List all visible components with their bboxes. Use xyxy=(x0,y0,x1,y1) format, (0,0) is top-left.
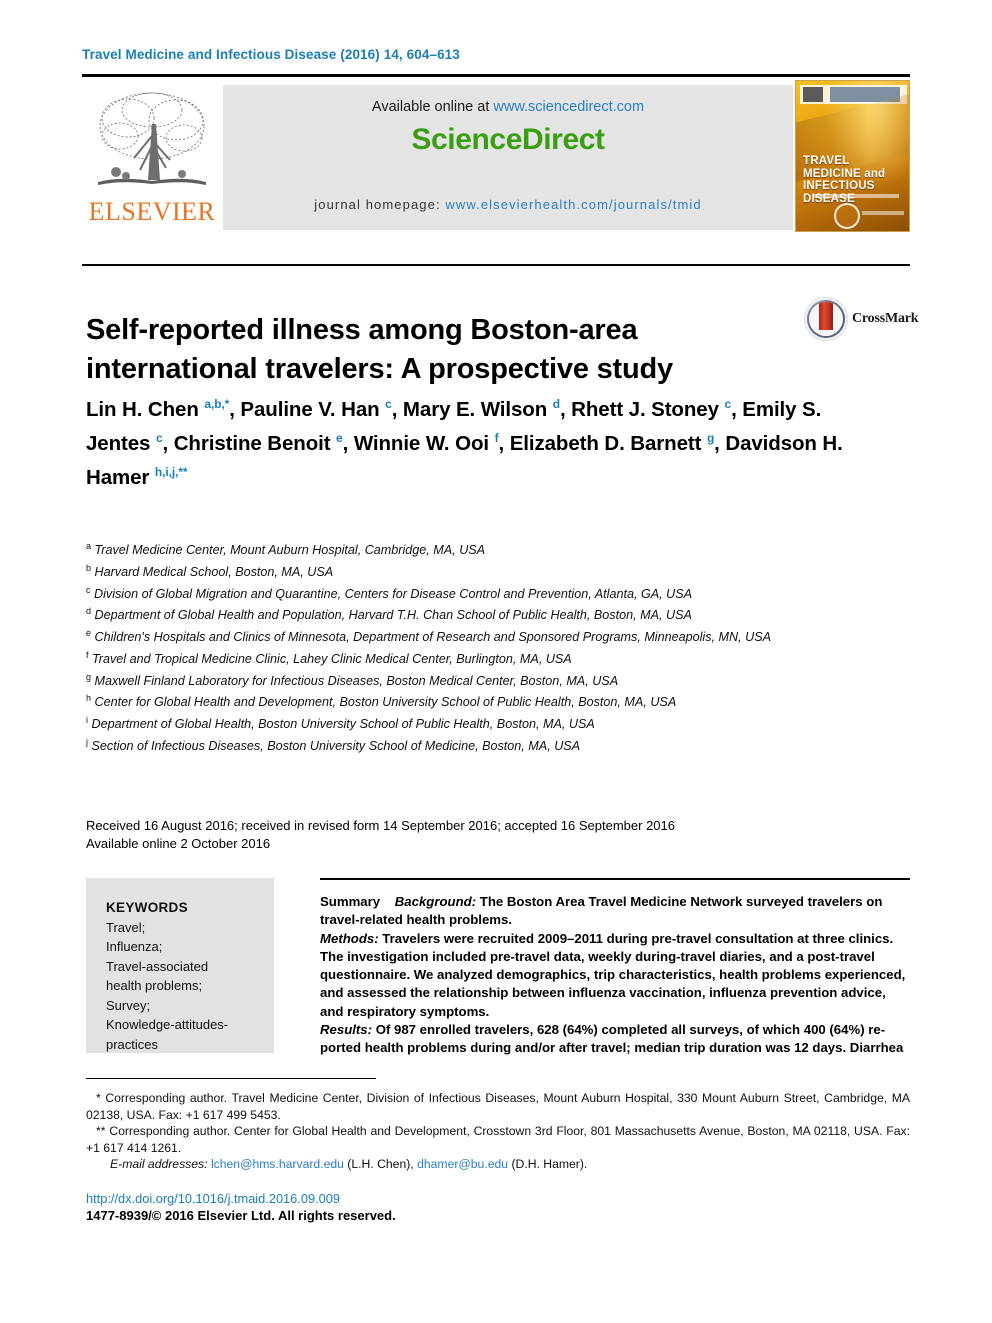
history-received: Received 16 August 2016; received in rev… xyxy=(86,818,675,833)
affiliation-item: h Center for Global Health and Developme… xyxy=(86,693,677,710)
affiliation-item: d Department of Global Health and Popula… xyxy=(86,606,692,623)
affiliation-marker: c xyxy=(86,584,91,595)
title-divider xyxy=(82,264,910,266)
cover-subtitle-bar xyxy=(814,194,899,198)
author-list: Lin H. Chen a,b,*, Pauline V. Han c, Mar… xyxy=(86,397,843,489)
affiliation-marker: d xyxy=(86,606,92,617)
keyword-item: practices xyxy=(106,1036,159,1052)
article-history: Received 16 August 2016; received in rev… xyxy=(86,817,876,853)
copyright-line: 1477-8939/© 2016 Elsevier Ltd. All right… xyxy=(86,1208,396,1223)
summary-methods: Methods: Travelers were recruited 2009–2… xyxy=(320,930,912,1021)
cover-seal-icon xyxy=(834,203,860,229)
keyword-item: Travel-associated xyxy=(106,958,209,974)
background-label: Background: xyxy=(394,894,477,909)
affiliation-item: c Division of Global Migration and Quara… xyxy=(86,584,693,601)
email-link-hamer[interactable]: dhamer@bu.edu xyxy=(417,1157,508,1171)
keyword-item: Survey; xyxy=(106,997,151,1013)
journal-homepage-link[interactable]: www.elsevierhealth.com/journals/tmid xyxy=(445,197,701,212)
results-text: Of 987 enrolled travelers, 628 (64%) com… xyxy=(320,1022,904,1056)
affiliation-item: a Travel Medicine Center, Mount Auburn H… xyxy=(86,541,486,558)
page-title: Self-reported illness among Boston-area … xyxy=(86,314,673,386)
journal-header-band: ELSEVIER Available online at www.science… xyxy=(82,80,910,235)
affiliation-marker: h xyxy=(86,693,92,704)
affiliation-item: i Department of Global Health, Boston Un… xyxy=(86,715,595,732)
email-owner-chen: (L.H. Chen), xyxy=(347,1157,414,1172)
history-available: Available online 2 October 2016 xyxy=(86,836,271,851)
article-first-page: Travel Medicine and Infectious Disease (… xyxy=(0,0,992,1323)
footnote-divider xyxy=(86,1078,376,1079)
email-addresses-label: E-mail addresses: xyxy=(110,1157,208,1172)
email-owner-hamer: (D.H. Hamer). xyxy=(511,1157,588,1172)
summary-background: Summary Background: The Boston Area Trav… xyxy=(320,893,912,930)
affiliation-marker: e xyxy=(86,628,92,639)
keywords-heading: KEYWORDS xyxy=(106,900,188,915)
sciencedirect-logo: ScienceDirect xyxy=(411,123,605,156)
footnote-emails: E-mail addresses: lchen@hms.harvard.edu … xyxy=(86,1156,910,1173)
keyword-item: Travel; xyxy=(106,919,146,935)
crossmark-bookmark-icon xyxy=(809,302,843,336)
summary-divider xyxy=(320,878,910,880)
crossmark-label: CrossMark xyxy=(852,311,919,326)
affiliation-item: e Children's Hospitals and Clinics of Mi… xyxy=(86,628,771,645)
methods-label: Methods: xyxy=(320,930,379,946)
journal-homepage-line: journal homepage: www.elsevierhealth.com… xyxy=(223,197,793,212)
methods-text: Travelers were recruited 2009–2011 durin… xyxy=(320,930,906,1019)
sciencedirect-link[interactable]: www.sciencedirect.com xyxy=(493,99,644,115)
email-link-chen[interactable]: lchen@hms.harvard.edu xyxy=(211,1157,344,1171)
footnote-corresponding-2: ** Corresponding author. Center for Glob… xyxy=(86,1124,910,1155)
footnote-corresponding-1: * Corresponding author. Travel Medicine … xyxy=(86,1091,910,1122)
footnote-block: * Corresponding author. Travel Medicine … xyxy=(86,1090,910,1173)
affiliation-item: g Maxwell Finland Laboratory for Infecti… xyxy=(86,671,619,688)
results-label: Results: xyxy=(320,1022,373,1038)
keywords-items: Travel; Influenza; Travel-associated health… xyxy=(106,918,261,1055)
keyword-item: Influenza; xyxy=(106,939,163,954)
crossmark-circle-icon xyxy=(804,297,848,341)
affiliation-marker: i xyxy=(86,715,88,726)
abstract-summary: Summary Background: The Boston Area Trav… xyxy=(320,893,912,1058)
elsevier-tree-icon xyxy=(98,92,206,185)
affiliation-item: j Section of Infectious Diseases, Boston… xyxy=(86,737,581,754)
summary-results: Results: Of 987 enrolled travelers, 628 … xyxy=(320,1021,912,1058)
crossmark-badge[interactable]: CrossMark xyxy=(804,297,919,345)
keyword-item: Knowledge-attitudes- xyxy=(106,1017,229,1032)
journal-homepage-label: journal homepage: xyxy=(314,197,441,212)
affiliation-marker: a xyxy=(86,541,92,551)
affiliation-list: a Travel Medicine Center, Mount Auburn H… xyxy=(86,538,876,756)
affiliation-marker: f xyxy=(86,649,89,660)
available-online-label: Available online at xyxy=(371,99,490,115)
journal-cover-thumbnail: TRAVEL MEDICINE and INFECTIOUS DISEASE xyxy=(795,80,910,232)
sciencedirect-banner: Available online at www.sciencedirect.co… xyxy=(223,85,793,230)
journal-running-head: Travel Medicine and Infectious Disease (… xyxy=(82,47,460,62)
affiliation-marker: b xyxy=(86,562,92,573)
keyword-item: health problems; xyxy=(106,978,203,993)
elsevier-logo: ELSEVIER xyxy=(82,80,222,235)
doi-link[interactable]: http://dx.doi.org/10.1016/j.tmaid.2016.0… xyxy=(86,1190,340,1208)
elsevier-wordmark: ELSEVIER xyxy=(88,197,216,226)
affiliation-marker: j xyxy=(86,737,88,748)
affiliation-item: b Harvard Medical School, Boston, MA, US… xyxy=(86,562,334,579)
keywords-content: KEYWORDS Travel; Influenza; Travel-associa… xyxy=(106,898,261,1054)
header-divider-top xyxy=(82,74,910,77)
affiliation-marker: g xyxy=(86,671,92,682)
summary-label: Summary xyxy=(320,894,381,909)
available-online-line: Available online at www.sciencedirect.co… xyxy=(223,99,793,115)
cover-footer-bar xyxy=(862,211,904,215)
keywords-box: KEYWORDS Travel; Influenza; Travel-associa… xyxy=(86,878,274,1053)
affiliation-item: f Travel and Tropical Medicine Clinic, L… xyxy=(86,649,572,667)
